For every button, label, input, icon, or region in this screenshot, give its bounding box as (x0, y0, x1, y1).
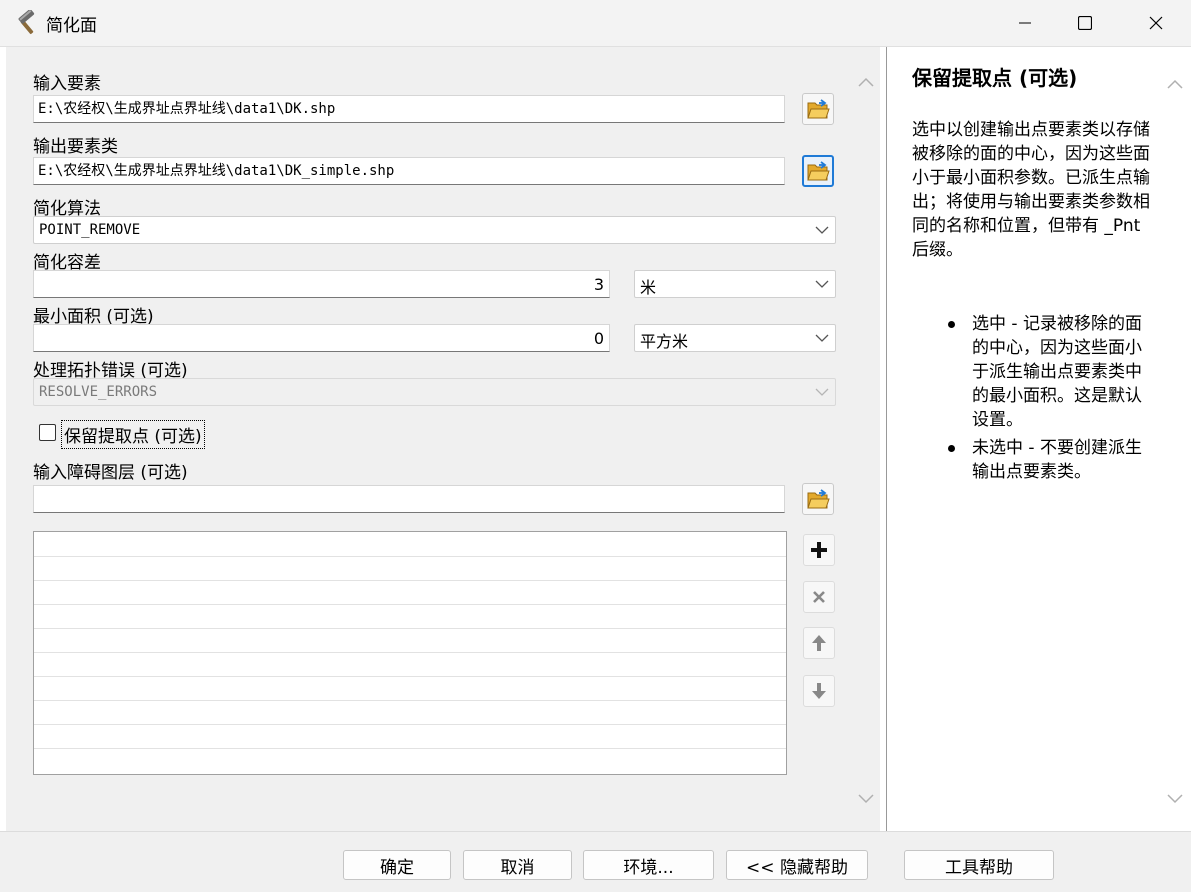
move-up-button[interactable] (803, 627, 835, 659)
browse-barriers-button[interactable] (802, 483, 834, 515)
window-title: 简化面 (46, 16, 97, 36)
list-row-divider (34, 580, 786, 581)
minimize-button[interactable] (995, 0, 1055, 46)
list-row-divider (34, 676, 786, 677)
chevron-up-icon (1167, 79, 1183, 89)
tolerance-field[interactable]: 3 (33, 270, 610, 298)
remove-x-icon (813, 591, 825, 603)
arrow-up-icon (812, 635, 826, 651)
bullet-icon (948, 321, 955, 328)
chevron-down-icon (1167, 794, 1183, 804)
keep-collapsed-points-checkbox[interactable] (39, 424, 56, 441)
list-row-divider (34, 604, 786, 605)
scroll-up-button[interactable] (854, 70, 878, 94)
scroll-down-button[interactable] (854, 787, 878, 811)
list-row-divider (34, 748, 786, 749)
help-bullet-text: 选中 - 记录被移除的面的中心，因为这些面小于派生输出点要素类中的最小面积。这是… (972, 314, 1142, 430)
help-body: 选中以创建输出点要素类以存储被移除的面的中心，因为这些面小于最小面积参数。已派生… (912, 120, 1150, 260)
min-area-unit-select[interactable]: 平方米 (634, 324, 836, 352)
maximize-icon (1078, 16, 1092, 30)
chevron-up-icon (858, 77, 874, 87)
arrow-down-icon (812, 683, 826, 699)
barriers-field[interactable] (33, 485, 785, 513)
help-scroll-down-button[interactable] (1163, 787, 1187, 811)
list-row-divider (34, 724, 786, 725)
chevron-down-icon (858, 794, 874, 804)
environments-button[interactable]: 环境... (583, 850, 714, 880)
open-folder-icon (807, 161, 830, 181)
barriers-label: 输入障碍图层 (可选) (33, 463, 188, 483)
add-item-button[interactable] (803, 534, 835, 566)
help-bullet-text: 未选中 - 不要创建派生输出点要素类。 (972, 438, 1142, 482)
algorithm-select[interactable]: POINT_REMOVE (33, 216, 836, 244)
minimize-icon (1019, 22, 1031, 24)
tolerance-unit-select[interactable]: 米 (634, 270, 836, 298)
browse-input-button[interactable] (802, 93, 834, 125)
topology-errors-value: RESOLVE_ERRORS (39, 384, 158, 400)
list-row-divider (34, 556, 786, 557)
chevron-down-icon (815, 226, 829, 234)
list-row-divider (34, 652, 786, 653)
browse-output-button[interactable] (802, 155, 834, 187)
chevron-down-icon (815, 280, 829, 288)
tolerance-value: 3 (593, 275, 604, 294)
help-scroll-up-button[interactable] (1163, 72, 1187, 96)
output-feature-class-label: 输出要素类 (33, 137, 118, 157)
algorithm-value: POINT_REMOVE (39, 222, 141, 238)
min-area-field[interactable]: 0 (33, 324, 610, 352)
tolerance-unit-value: 米 (640, 278, 657, 297)
list-row-divider (34, 700, 786, 701)
help-bullet-item: 选中 - 记录被移除的面的中心，因为这些面小于派生输出点要素类中的最小面积。这是… (948, 312, 1153, 432)
barriers-list[interactable] (33, 531, 787, 775)
cancel-button[interactable]: 取消 (463, 850, 572, 880)
keep-collapsed-points-label[interactable]: 保留提取点 (可选) (61, 420, 205, 449)
close-icon (1149, 16, 1163, 30)
help-bullet-item: 未选中 - 不要创建派生输出点要素类。 (948, 436, 1153, 484)
topology-errors-select[interactable]: RESOLVE_ERRORS (33, 378, 836, 406)
hammer-icon (14, 9, 40, 36)
tool-help-button[interactable]: 工具帮助 (904, 850, 1054, 880)
maximize-button[interactable] (1055, 0, 1115, 46)
output-feature-class-field[interactable]: E:\农经权\生成界址点界址线\data1\DK_simple.shp (33, 157, 785, 185)
min-area-unit-value: 平方米 (640, 332, 689, 351)
min-area-value: 0 (593, 329, 604, 348)
input-features-label: 输入要素 (33, 74, 101, 94)
chevron-down-icon (815, 334, 829, 342)
list-row-divider (34, 628, 786, 629)
move-down-button[interactable] (803, 675, 835, 707)
ok-button[interactable]: 确定 (343, 850, 451, 880)
plus-icon (811, 542, 827, 558)
help-title: 保留提取点 (可选) (912, 66, 1078, 90)
open-folder-icon (807, 489, 830, 509)
help-bullet-list: 选中 - 记录被移除的面的中心，因为这些面小于派生输出点要素类中的最小面积。这是… (948, 312, 1153, 488)
input-features-field[interactable]: E:\农经权\生成界址点界址线\data1\DK.shp (33, 95, 785, 123)
remove-item-button[interactable] (803, 581, 835, 613)
hide-help-button[interactable]: << 隐藏帮助 (726, 850, 868, 880)
close-button[interactable] (1126, 0, 1186, 46)
open-folder-icon (807, 99, 830, 119)
chevron-down-icon (815, 388, 829, 396)
bullet-icon (948, 445, 955, 452)
